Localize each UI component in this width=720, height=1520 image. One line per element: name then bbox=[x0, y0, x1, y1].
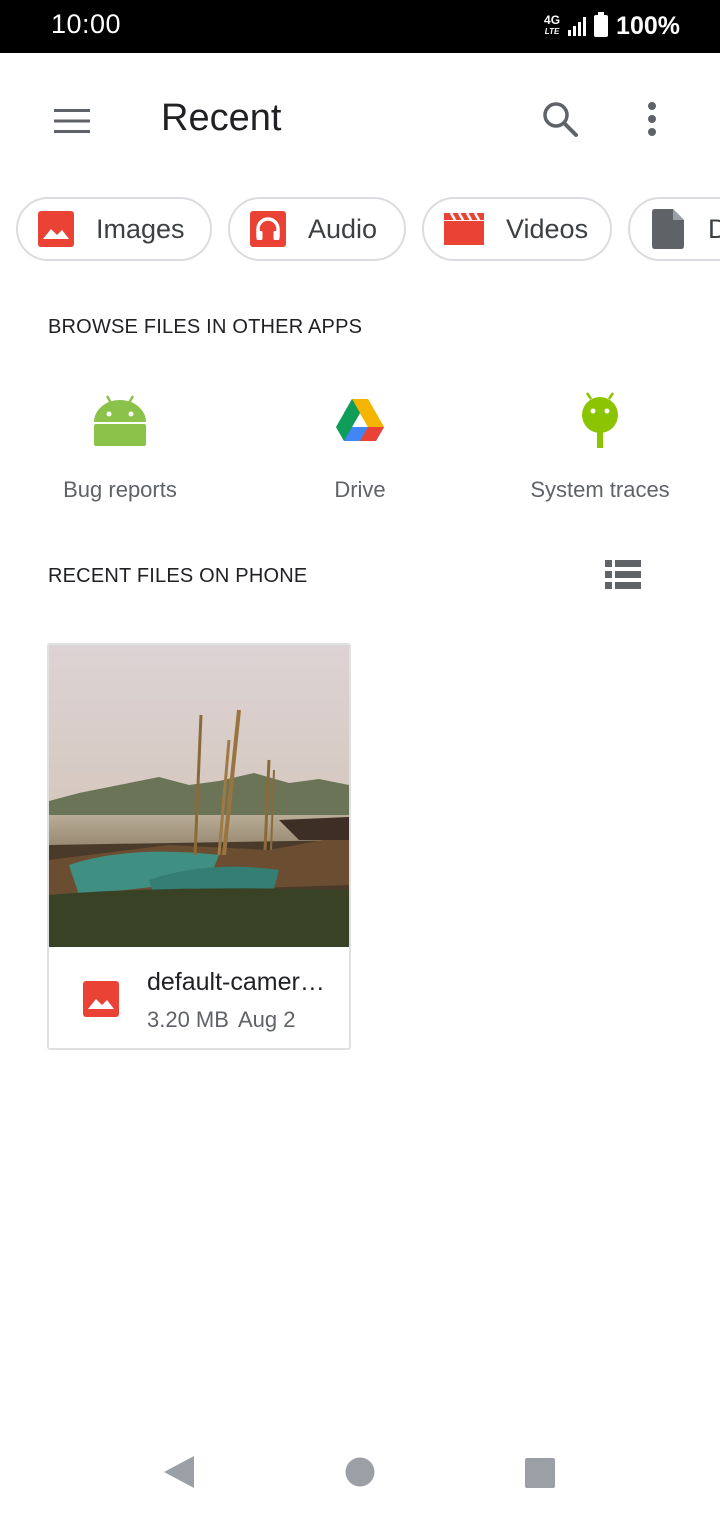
network-type: 4G LTE bbox=[544, 13, 561, 37]
chip-label: Audio bbox=[308, 213, 378, 244]
browse-section-header: BROWSE FILES IN OTHER APPS bbox=[48, 316, 363, 338]
search-button[interactable] bbox=[532, 91, 588, 147]
image-icon bbox=[38, 211, 74, 247]
document-icon bbox=[650, 209, 686, 249]
headphones-icon bbox=[250, 211, 286, 247]
recents-square-icon[interactable] bbox=[525, 1458, 555, 1488]
app-label: Drive bbox=[334, 477, 386, 502]
file-card[interactable]: default-camera-photo.jpg 3.20 MB Aug 2 bbox=[47, 643, 351, 1050]
recent-section-header: RECENT FILES ON PHONE bbox=[48, 565, 308, 587]
chip-images[interactable]: Images bbox=[16, 197, 212, 261]
home-circle-icon[interactable] bbox=[345, 1457, 375, 1487]
hamburger-menu-icon bbox=[54, 109, 90, 133]
status-bar: 10:00 4G LTE 100% bbox=[0, 0, 720, 53]
chip-label: Documents bbox=[708, 213, 720, 244]
movie-clapper-icon bbox=[444, 211, 484, 247]
app-label: Bug reports bbox=[63, 477, 177, 502]
system-nav-bar bbox=[0, 1430, 720, 1520]
file-name: default-camera-photo.jpg bbox=[147, 968, 337, 996]
app-shortcut-bug-reports[interactable]: Bug reports bbox=[0, 385, 240, 515]
chip-audio[interactable]: Audio bbox=[228, 197, 406, 261]
app-bar: Recent bbox=[0, 53, 720, 183]
file-size: 3.20 MB bbox=[147, 1007, 229, 1032]
list-view-icon bbox=[605, 560, 641, 589]
android-icon bbox=[0, 385, 240, 455]
status-indicators: 4G LTE 100% bbox=[544, 10, 680, 42]
chip-videos[interactable]: Videos bbox=[422, 197, 612, 261]
view-toggle-button[interactable] bbox=[598, 552, 648, 598]
image-icon bbox=[83, 981, 119, 1017]
app-shortcut-system-traces[interactable]: System traces bbox=[480, 385, 720, 515]
chip-label: Videos bbox=[506, 213, 589, 244]
file-meta: 3.20 MB Aug 2 bbox=[147, 1007, 295, 1033]
battery-percent: 100% bbox=[616, 11, 680, 40]
chip-label: Images bbox=[96, 213, 185, 244]
file-date: Aug 2 bbox=[237, 1007, 296, 1032]
google-drive-icon bbox=[240, 385, 480, 455]
more-options-button[interactable] bbox=[624, 91, 680, 147]
signal-icon bbox=[568, 16, 587, 36]
category-chips: Images Audio Videos D bbox=[16, 197, 720, 263]
back-triangle-icon[interactable] bbox=[162, 1454, 196, 1490]
chip-documents[interactable]: Documents bbox=[628, 197, 720, 261]
network-sub-label: LTE bbox=[544, 27, 560, 36]
android-trace-icon bbox=[480, 385, 720, 455]
file-thumbnail bbox=[49, 645, 349, 947]
navigation-menu-button[interactable] bbox=[44, 93, 100, 149]
status-time: 10:00 bbox=[51, 9, 122, 39]
more-vert-icon bbox=[648, 102, 656, 136]
app-shortcut-drive[interactable]: Drive bbox=[240, 385, 480, 515]
app-label: System traces bbox=[530, 477, 670, 502]
search-icon bbox=[543, 102, 578, 137]
battery-icon bbox=[594, 12, 609, 37]
network-label: 4G bbox=[544, 13, 561, 27]
page-title: Recent bbox=[161, 97, 282, 139]
